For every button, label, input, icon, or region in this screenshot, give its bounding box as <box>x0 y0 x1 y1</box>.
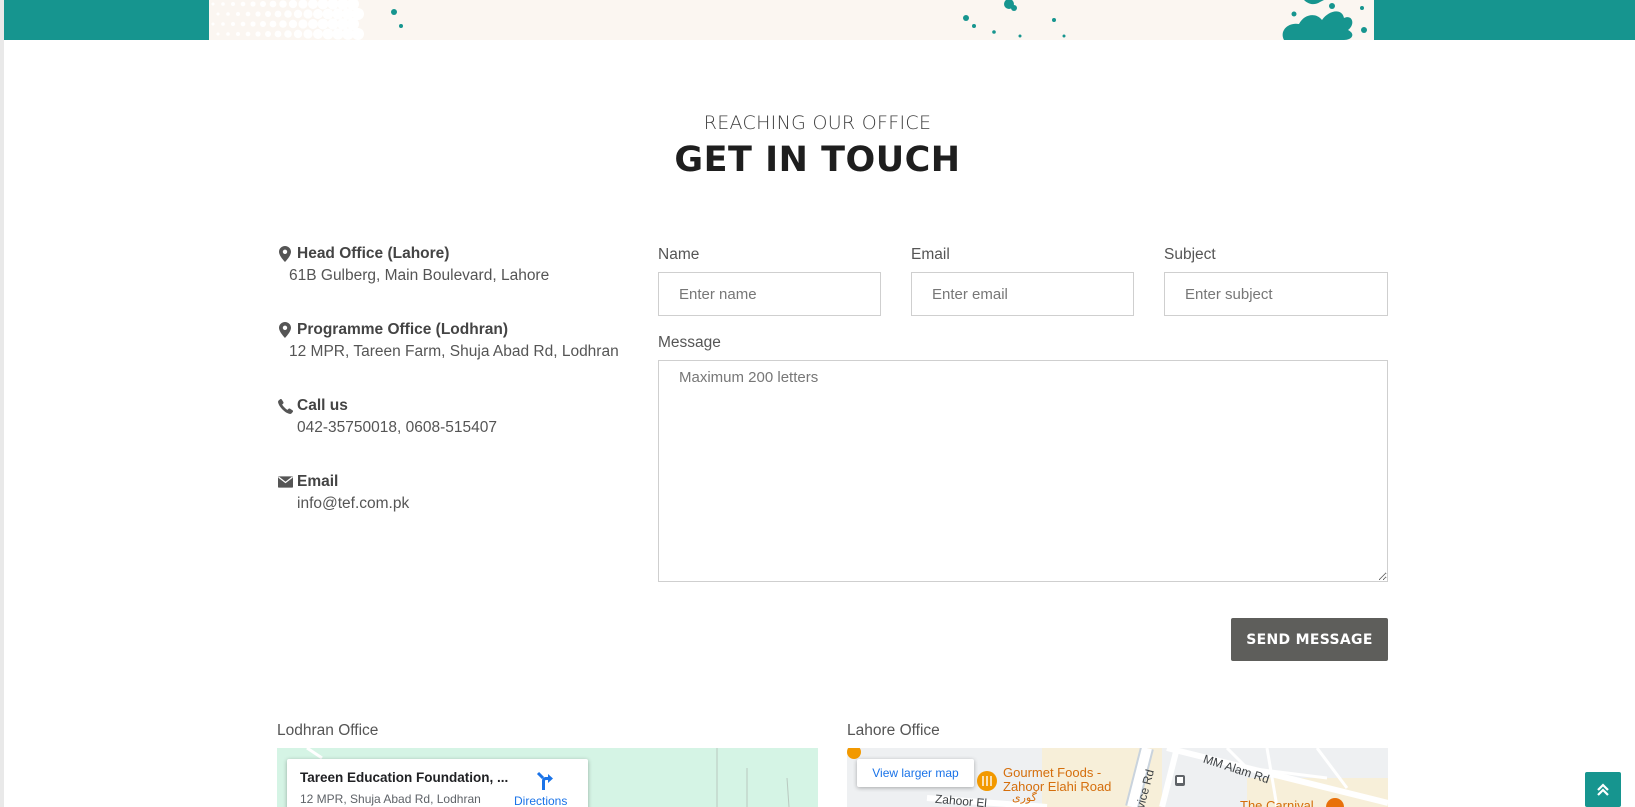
name-label: Name <box>658 246 700 263</box>
lahore-map[interactable]: View larger map Gourmet Foods - Zahoor E… <box>847 748 1388 807</box>
directions-link[interactable]: Directions <box>514 794 567 807</box>
view-larger-map-link[interactable]: View larger map <box>857 759 974 787</box>
send-message-button[interactable]: SEND MESSAGE <box>1231 618 1388 661</box>
head-office-block: Head Office (Lahore) 61B Gulberg, Main B… <box>277 245 637 285</box>
lodhran-map[interactable]: Tareen Education Foundation, ... 12 MPR,… <box>277 748 818 807</box>
place-address: 12 MPR, Shuja Abad Rd, Lodhran <box>300 792 481 806</box>
subject-input[interactable] <box>1164 272 1388 316</box>
message-textarea[interactable] <box>658 360 1388 582</box>
directions-icon[interactable] <box>535 769 557 791</box>
lahore-map-label: Lahore Office <box>847 722 940 739</box>
lodhran-map-label: Lodhran Office <box>277 722 379 739</box>
call-us-title: Call us <box>297 397 348 414</box>
programme-office-address: 12 MPR, Tareen Farm, Shuja Abad Rd, Lodh… <box>289 343 619 360</box>
envelope-icon <box>277 474 293 490</box>
double-chevron-up-icon <box>1597 782 1609 796</box>
poi-name-line1: Gourmet Foods - <box>1003 765 1102 780</box>
programme-office-block: Programme Office (Lodhran) 12 MPR, Taree… <box>277 321 637 361</box>
head-office-title: Head Office (Lahore) <box>297 245 450 262</box>
place-name: Tareen Education Foundation, ... <box>300 770 509 785</box>
message-label: Message <box>658 334 721 351</box>
poi-urdu-label: گوری <box>1012 792 1037 804</box>
poi-carnival: The Carnival <box>1240 798 1314 807</box>
paint-splash-decoration-right <box>1282 0 1367 40</box>
section-kicker: REACHING OUR OFFICE <box>703 112 932 134</box>
halftone-dots-decoration <box>211 0 403 40</box>
page-title: GET IN TOUCH <box>674 140 961 180</box>
paint-splash-decoration <box>963 0 1066 38</box>
email-block: Email info@tef.com.pk <box>277 473 637 513</box>
head-office-address: 61B Gulberg, Main Boulevard, Lahore <box>289 267 550 284</box>
email-address: info@tef.com.pk <box>297 495 410 512</box>
email-label: Email <box>911 246 950 263</box>
subject-label: Subject <box>1164 246 1216 263</box>
email-title: Email <box>297 473 339 490</box>
call-us-block: Call us 042-35750018, 0608-515407 <box>277 397 637 437</box>
map-marker-icon <box>277 322 293 338</box>
email-input[interactable] <box>911 272 1134 316</box>
name-input[interactable] <box>658 272 881 316</box>
programme-office-title: Programme Office (Lodhran) <box>297 321 508 338</box>
back-to-top-button[interactable] <box>1585 772 1621 807</box>
map-marker-icon <box>277 246 293 262</box>
place-info-card: Tareen Education Foundation, ... 12 MPR,… <box>287 759 588 807</box>
top-banner <box>4 0 1635 40</box>
phone-numbers: 042-35750018, 0608-515407 <box>297 419 497 436</box>
phone-icon <box>277 398 293 414</box>
